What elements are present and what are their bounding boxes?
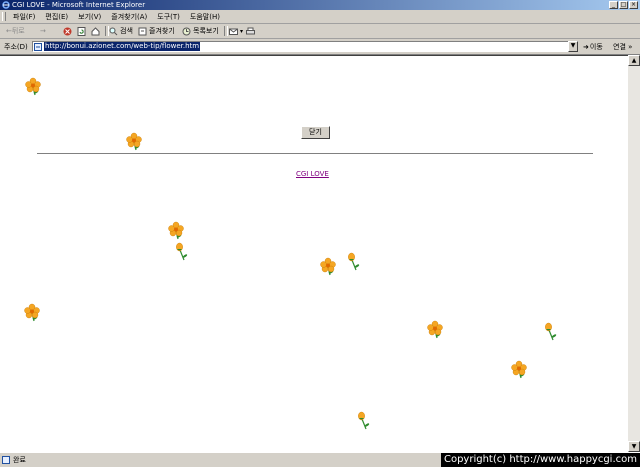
toolbar-separator — [224, 26, 228, 36]
page-icon — [34, 43, 42, 51]
forward-label: → — [40, 27, 46, 35]
menu-edit[interactable]: 편집(E) — [40, 12, 73, 22]
history-label: 목록보기 — [193, 27, 219, 35]
dropdown-arrow-icon: ▾ — [240, 27, 244, 35]
search-label: 검색 — [120, 27, 133, 35]
chevron-down-icon: ▼ — [570, 42, 576, 49]
horizontal-rule — [37, 153, 593, 155]
favorites-icon — [138, 27, 147, 35]
home-icon — [91, 26, 100, 35]
flower-bud-icon — [344, 251, 364, 271]
page-done-icon — [2, 456, 10, 464]
maximize-icon[interactable]: □ — [619, 1, 628, 9]
flower-blossom-icon — [509, 359, 529, 379]
flower-blossom-icon — [318, 256, 338, 276]
address-input[interactable]: http://bonui.azionet.com/web-tip/flower.… — [32, 41, 578, 52]
flower-blossom-icon — [124, 131, 144, 151]
stop-icon — [63, 27, 72, 35]
address-url: http://bonui.azionet.com/web-tip/flower.… — [44, 42, 201, 51]
address-dropdown-button[interactable]: ▼ — [568, 41, 578, 52]
go-button[interactable]: ➜ 이동 — [583, 42, 603, 52]
window-controls: _ □ × — [609, 1, 638, 9]
back-button[interactable]: ←뒤로 — [6, 24, 25, 38]
flower-blossom-icon — [23, 76, 43, 96]
print-icon — [246, 27, 255, 34]
flower-bud-icon — [541, 321, 561, 341]
back-label: ←뒤로 — [6, 27, 25, 35]
flower-blossom-icon — [425, 319, 445, 339]
print-button[interactable] — [246, 24, 255, 38]
search-icon — [109, 27, 118, 35]
chevron-up-icon: ▲ — [631, 57, 637, 64]
chevron-down-icon: ▼ — [631, 443, 637, 450]
address-bar: 주소(D) http://bonui.azionet.com/web-tip/f… — [0, 39, 640, 55]
links-button[interactable]: 연결 » — [613, 42, 632, 52]
refresh-button[interactable] — [77, 24, 86, 38]
menu-favorites[interactable]: 즐겨찾기(A) — [106, 12, 152, 22]
menubar-grip[interactable] — [2, 12, 6, 21]
menu-tools[interactable]: 도구(T) — [152, 12, 185, 22]
status-bar: 완료 Copyright(c) http://www.happycgi.com — [0, 452, 640, 467]
window-title: CGI LOVE - Microsoft Internet Explorer — [12, 1, 146, 9]
menu-items: 파일(F) 편집(E) 보기(V) 즐겨찾기(A) 도구(T) 도움말(H) — [8, 10, 225, 23]
history-button[interactable]: 목록보기 — [182, 24, 219, 38]
stop-button[interactable] — [63, 24, 72, 38]
mail-icon — [229, 28, 238, 35]
mail-button[interactable]: ▾ — [229, 24, 243, 38]
close-window-button[interactable]: 닫기 — [301, 126, 330, 139]
page-viewport: 닫기 CGI LOVE — [0, 55, 628, 452]
flower-bud-icon — [354, 410, 374, 430]
menu-help[interactable]: 도움말(H) — [185, 12, 225, 22]
menu-view[interactable]: 보기(V) — [73, 12, 106, 22]
scroll-up-button[interactable]: ▲ — [628, 55, 640, 66]
flower-blossom-icon — [166, 220, 186, 240]
ie-logo-icon — [2, 1, 10, 9]
standard-toolbar: ←뒤로 → 검색 즐겨찾기 목록보기 ▾ — [0, 24, 640, 39]
favorites-button[interactable]: 즐겨찾기 — [138, 24, 175, 38]
favorites-label: 즐겨찾기 — [149, 27, 175, 35]
flower-bud-icon — [172, 241, 192, 261]
home-button[interactable] — [91, 24, 100, 38]
title-bar[interactable]: CGI LOVE - Microsoft Internet Explorer _… — [0, 0, 640, 10]
forward-button[interactable]: → — [40, 24, 46, 38]
status-text: 완료 — [13, 456, 26, 464]
go-arrow-icon: ➜ — [583, 43, 589, 51]
search-button[interactable]: 검색 — [109, 24, 133, 38]
vertical-scrollbar[interactable]: ▲ ▼ — [628, 55, 640, 452]
address-label: 주소(D) — [4, 43, 28, 51]
refresh-icon — [77, 26, 86, 36]
menu-file[interactable]: 파일(F) — [8, 12, 40, 22]
copyright-banner: Copyright(c) http://www.happycgi.com — [440, 453, 640, 467]
minimize-icon[interactable]: _ — [609, 1, 618, 9]
go-label: 이동 — [589, 43, 603, 51]
history-icon — [182, 27, 191, 35]
close-icon[interactable]: × — [629, 1, 638, 9]
scroll-down-button[interactable]: ▼ — [628, 441, 640, 452]
flower-blossom-icon — [22, 302, 42, 322]
cgi-love-link[interactable]: CGI LOVE — [296, 170, 329, 178]
menu-bar: 파일(F) 편집(E) 보기(V) 즐겨찾기(A) 도구(T) 도움말(H) — [0, 10, 640, 24]
